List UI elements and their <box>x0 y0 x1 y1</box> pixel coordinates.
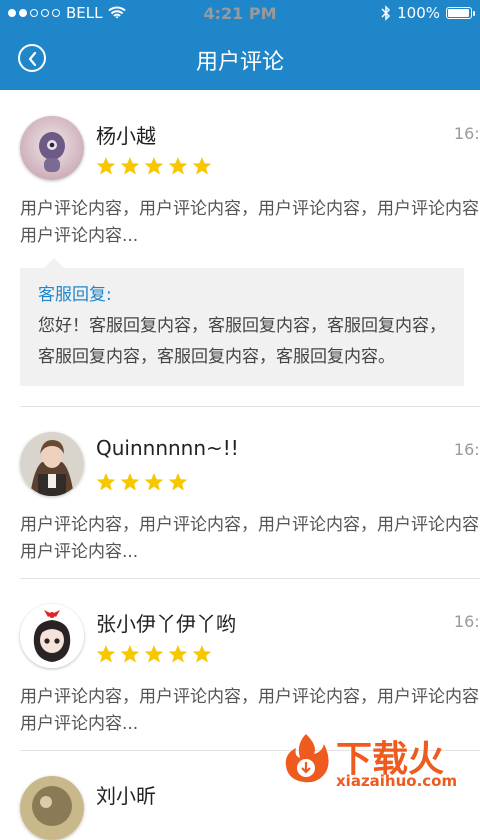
reply-text: 您好！客服回复内容，客服回复内容，客服回复内容，客服回复内容，客服回复内容，客服… <box>38 316 446 367</box>
reviewer-name: 刘小昕 <box>96 784 156 808</box>
review-time: 16:30 <box>453 440 480 459</box>
star-icon <box>120 473 140 491</box>
star-icon <box>144 157 164 175</box>
reviewer-name: 杨小越 <box>96 124 156 148</box>
avatar[interactable] <box>20 776 84 840</box>
watermark-logo: 下载火 xiazaihuo.com <box>278 730 468 790</box>
star-icon <box>120 157 140 175</box>
star-icon <box>144 645 164 663</box>
review-text: 用户评论内容，用户评论内容，用户评论内容，用户评论内容，用户评论内容... <box>20 199 480 246</box>
avatar[interactable] <box>20 432 84 496</box>
review-item: 张小伊丫伊丫哟 16:30 用户评论内容，用户评论内容，用户评论内容，用户评论内… <box>0 578 480 751</box>
rating-stars <box>96 156 212 176</box>
star-icon <box>192 645 212 663</box>
avatar[interactable] <box>20 116 84 180</box>
review-time: 16:30 <box>453 612 480 631</box>
battery-percent: 100% <box>397 4 440 22</box>
rating-stars <box>96 472 188 492</box>
review-time: 16:30 <box>453 124 480 143</box>
star-icon <box>168 157 188 175</box>
flame-logo-icon <box>285 734 329 783</box>
review-item: Quinnnnnn~!! 16:30 用户评论内容，用户评论内容，用户评论内容，… <box>0 406 480 579</box>
navigation-bar: 用户评论 <box>0 26 480 90</box>
battery-icon <box>446 7 475 19</box>
review-text: 用户评论内容，用户评论内容，用户评论内容，用户评论内容，用户评论内容... <box>20 515 480 562</box>
star-icon <box>168 473 188 491</box>
reviewer-name: Quinnnnnn~!! <box>96 436 239 460</box>
star-icon <box>120 645 140 663</box>
review-item: 杨小越 16:30 用户评论内容，用户评论内容，用户评论内容，用户评论内容，用户… <box>0 90 480 407</box>
status-right: 100% <box>381 4 475 22</box>
reply-pointer <box>44 258 64 268</box>
page-title: 用户评论 <box>195 50 284 75</box>
bluetooth-icon <box>381 5 391 21</box>
star-icon <box>96 473 116 491</box>
avatar[interactable] <box>20 604 84 668</box>
watermark-url: xiazaihuo.com <box>336 772 458 790</box>
reviewer-name: 张小伊丫伊丫哟 <box>96 612 236 636</box>
status-bar: BELL 4:21 PM 100% <box>0 0 480 26</box>
reply-label: 客服回复: <box>38 285 112 305</box>
star-icon <box>144 473 164 491</box>
star-icon <box>96 645 116 663</box>
star-icon <box>168 645 188 663</box>
star-icon <box>96 157 116 175</box>
rating-stars <box>96 644 212 664</box>
star-icon <box>192 157 212 175</box>
service-reply: 客服回复: 您好！客服回复内容，客服回复内容，客服回复内容，客服回复内容，客服回… <box>20 258 464 386</box>
